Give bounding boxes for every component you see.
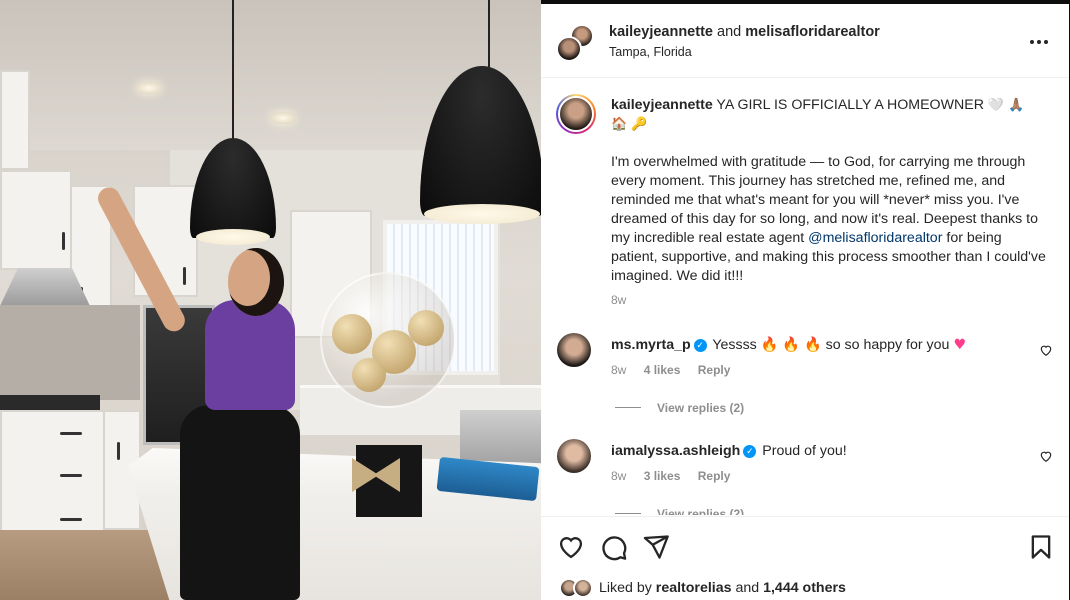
comment-username[interactable]: ms.myrta_p <box>611 337 691 353</box>
post-action-bar: Liked by realtorelias and 1,444 others <box>541 516 1069 600</box>
avatar[interactable] <box>557 333 591 367</box>
comment-time[interactable]: 8w <box>611 363 626 377</box>
balloon-bouquet <box>320 272 456 408</box>
comment-time[interactable]: 8w <box>611 469 626 483</box>
comment-body: Yessss <box>712 337 757 353</box>
comment-icon[interactable] <box>600 533 628 561</box>
person-top <box>205 300 295 410</box>
liked-by-joiner: and <box>735 580 760 596</box>
caption: kaileyjeannette YA GIRL IS OFFICIALLY A … <box>611 96 1051 305</box>
share-icon[interactable] <box>642 533 670 561</box>
person-legs <box>180 405 300 600</box>
comment-meta: 8w 4 likes Reply <box>611 363 744 377</box>
caption-username[interactable]: kaileyjeannette <box>611 97 713 113</box>
recessed-light <box>136 82 162 94</box>
liked-by-user-link[interactable]: realtorelias <box>656 580 732 596</box>
backsplash <box>0 305 140 400</box>
upper-cabinet <box>0 170 72 270</box>
heart-icon[interactable] <box>557 533 585 561</box>
comment-text: iamalyssa.ashleigh ✓ Proud of you! <box>611 443 847 459</box>
caption-mention-link[interactable]: @melisafloridarealtor <box>808 230 942 246</box>
more-horizontal-icon[interactable] <box>1029 29 1049 50</box>
post-header: kaileyjeannette and melisafloridarealtor… <box>541 4 1069 78</box>
comment-body: Proud of you! <box>762 443 847 459</box>
fire-emoji: 🔥 <box>760 337 779 353</box>
caption-headline: YA GIRL IS OFFICIALLY A HOMEOWNER <box>716 97 984 113</box>
heart-outline-icon[interactable] <box>1039 343 1053 357</box>
reply-button[interactable]: Reply <box>698 363 731 377</box>
avatar[interactable] <box>573 578 593 598</box>
verified-badge-icon: ✓ <box>693 339 707 352</box>
view-replies-button[interactable]: View replies (2) <box>615 401 744 415</box>
comment-item: iamalyssa.ashleigh ✓ Proud of you! 8w 3 l… <box>541 439 1069 499</box>
comments-scroll-area[interactable]: kaileyjeannette YA GIRL IS OFFICIALLY A … <box>541 79 1069 515</box>
liked-avatars[interactable] <box>559 577 597 599</box>
post-photo[interactable] <box>0 0 541 600</box>
comment-item: ms.myrta_p ✓ Yessss 🔥 🔥 🔥 so so happy for… <box>541 333 1069 393</box>
comment-likes[interactable]: 3 likes <box>644 469 681 483</box>
verified-badge-icon: ✓ <box>743 445 757 458</box>
person-head <box>228 248 284 316</box>
heart-outline-icon[interactable] <box>1039 449 1053 463</box>
house-emoji: 🏠 <box>611 117 628 132</box>
post-side-panel: kaileyjeannette and melisafloridarealtor… <box>541 4 1069 600</box>
bookmark-icon[interactable] <box>1027 533 1055 561</box>
post-location[interactable]: Tampa, Florida <box>609 45 692 59</box>
comment-text: ms.myrta_p ✓ Yessss 🔥 🔥 🔥 so so happy for… <box>611 337 966 353</box>
reply-button[interactable]: Reply <box>698 469 731 483</box>
liked-by-text: Liked by realtorelias and 1,444 others <box>599 580 846 596</box>
author-link[interactable]: kaileyjeannette <box>609 24 713 40</box>
fire-emoji: 🔥 <box>803 337 822 353</box>
key-emoji: 🔑 <box>631 117 648 132</box>
recessed-light <box>270 112 296 124</box>
post-authors: kaileyjeannette and melisafloridarealtor <box>609 24 880 40</box>
comment-likes[interactable]: 4 likes <box>644 363 681 377</box>
caption-timestamp[interactable]: 8w <box>611 293 626 307</box>
authors-joiner: and <box>717 24 742 40</box>
view-replies-button[interactable]: View replies (2) <box>615 507 744 515</box>
pink-heart-emoji: ♥ <box>953 337 967 353</box>
avatar[interactable] <box>557 439 591 473</box>
caption-avatar[interactable] <box>556 94 596 134</box>
comment-body-cont: so so happy for you <box>825 337 950 353</box>
comment-username[interactable]: iamalyssa.ashleigh <box>611 443 740 459</box>
collab-author-link[interactable]: melisafloridarealtor <box>745 24 880 40</box>
white-heart-emoji: 🤍 <box>987 98 1005 113</box>
comment-meta: 8w 3 likes Reply <box>611 469 744 483</box>
fire-emoji: 🔥 <box>782 337 801 353</box>
avatar[interactable] <box>556 36 582 62</box>
likes-count-link[interactable]: 1,444 others <box>763 580 846 596</box>
liked-by-prefix: Liked by <box>599 580 652 596</box>
upper-cabinet <box>0 70 30 170</box>
collab-avatars[interactable] <box>556 24 594 62</box>
praying-hands-emoji: 🙏🏽 <box>1008 98 1025 113</box>
